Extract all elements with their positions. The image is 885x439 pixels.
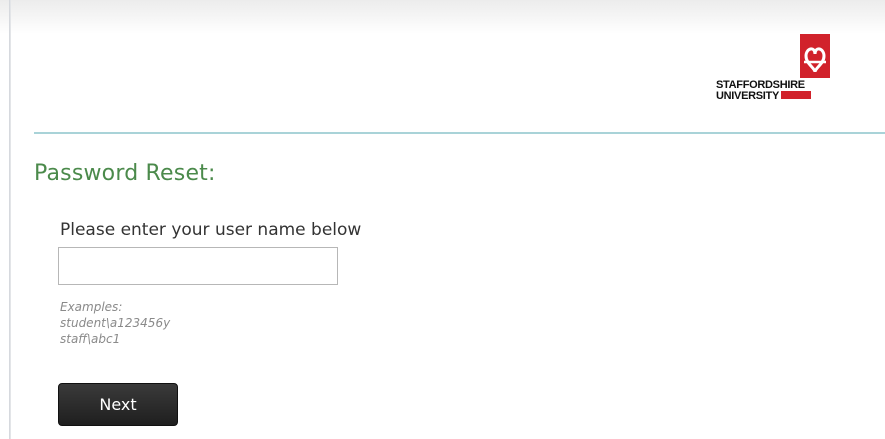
university-logo: STAFFORDSHIRE UNIVERSITY <box>716 34 830 114</box>
username-input[interactable] <box>58 247 338 285</box>
username-prompt: Please enter your user name below <box>60 220 362 240</box>
logo-red-bar <box>781 91 812 99</box>
staffordshire-knot-icon <box>800 34 830 78</box>
next-button[interactable]: Next <box>58 383 178 426</box>
left-border <box>9 0 11 439</box>
logo-line-2: UNIVERSITY <box>716 91 830 102</box>
page-title: Password Reset: <box>34 161 216 186</box>
examples-label: Examples: <box>60 300 123 314</box>
logo-wordmark: STAFFORDSHIRE UNIVERSITY <box>716 80 830 102</box>
logo-line-2-text: UNIVERSITY <box>716 90 780 102</box>
username-examples: Examples: student\a123456y staff\abc1 <box>60 299 170 347</box>
password-reset-page: STAFFORDSHIRE UNIVERSITY Password Reset:… <box>0 0 885 439</box>
example-staff: staff\abc1 <box>60 332 121 346</box>
example-student: student\a123456y <box>60 316 171 330</box>
top-shade <box>0 0 885 34</box>
